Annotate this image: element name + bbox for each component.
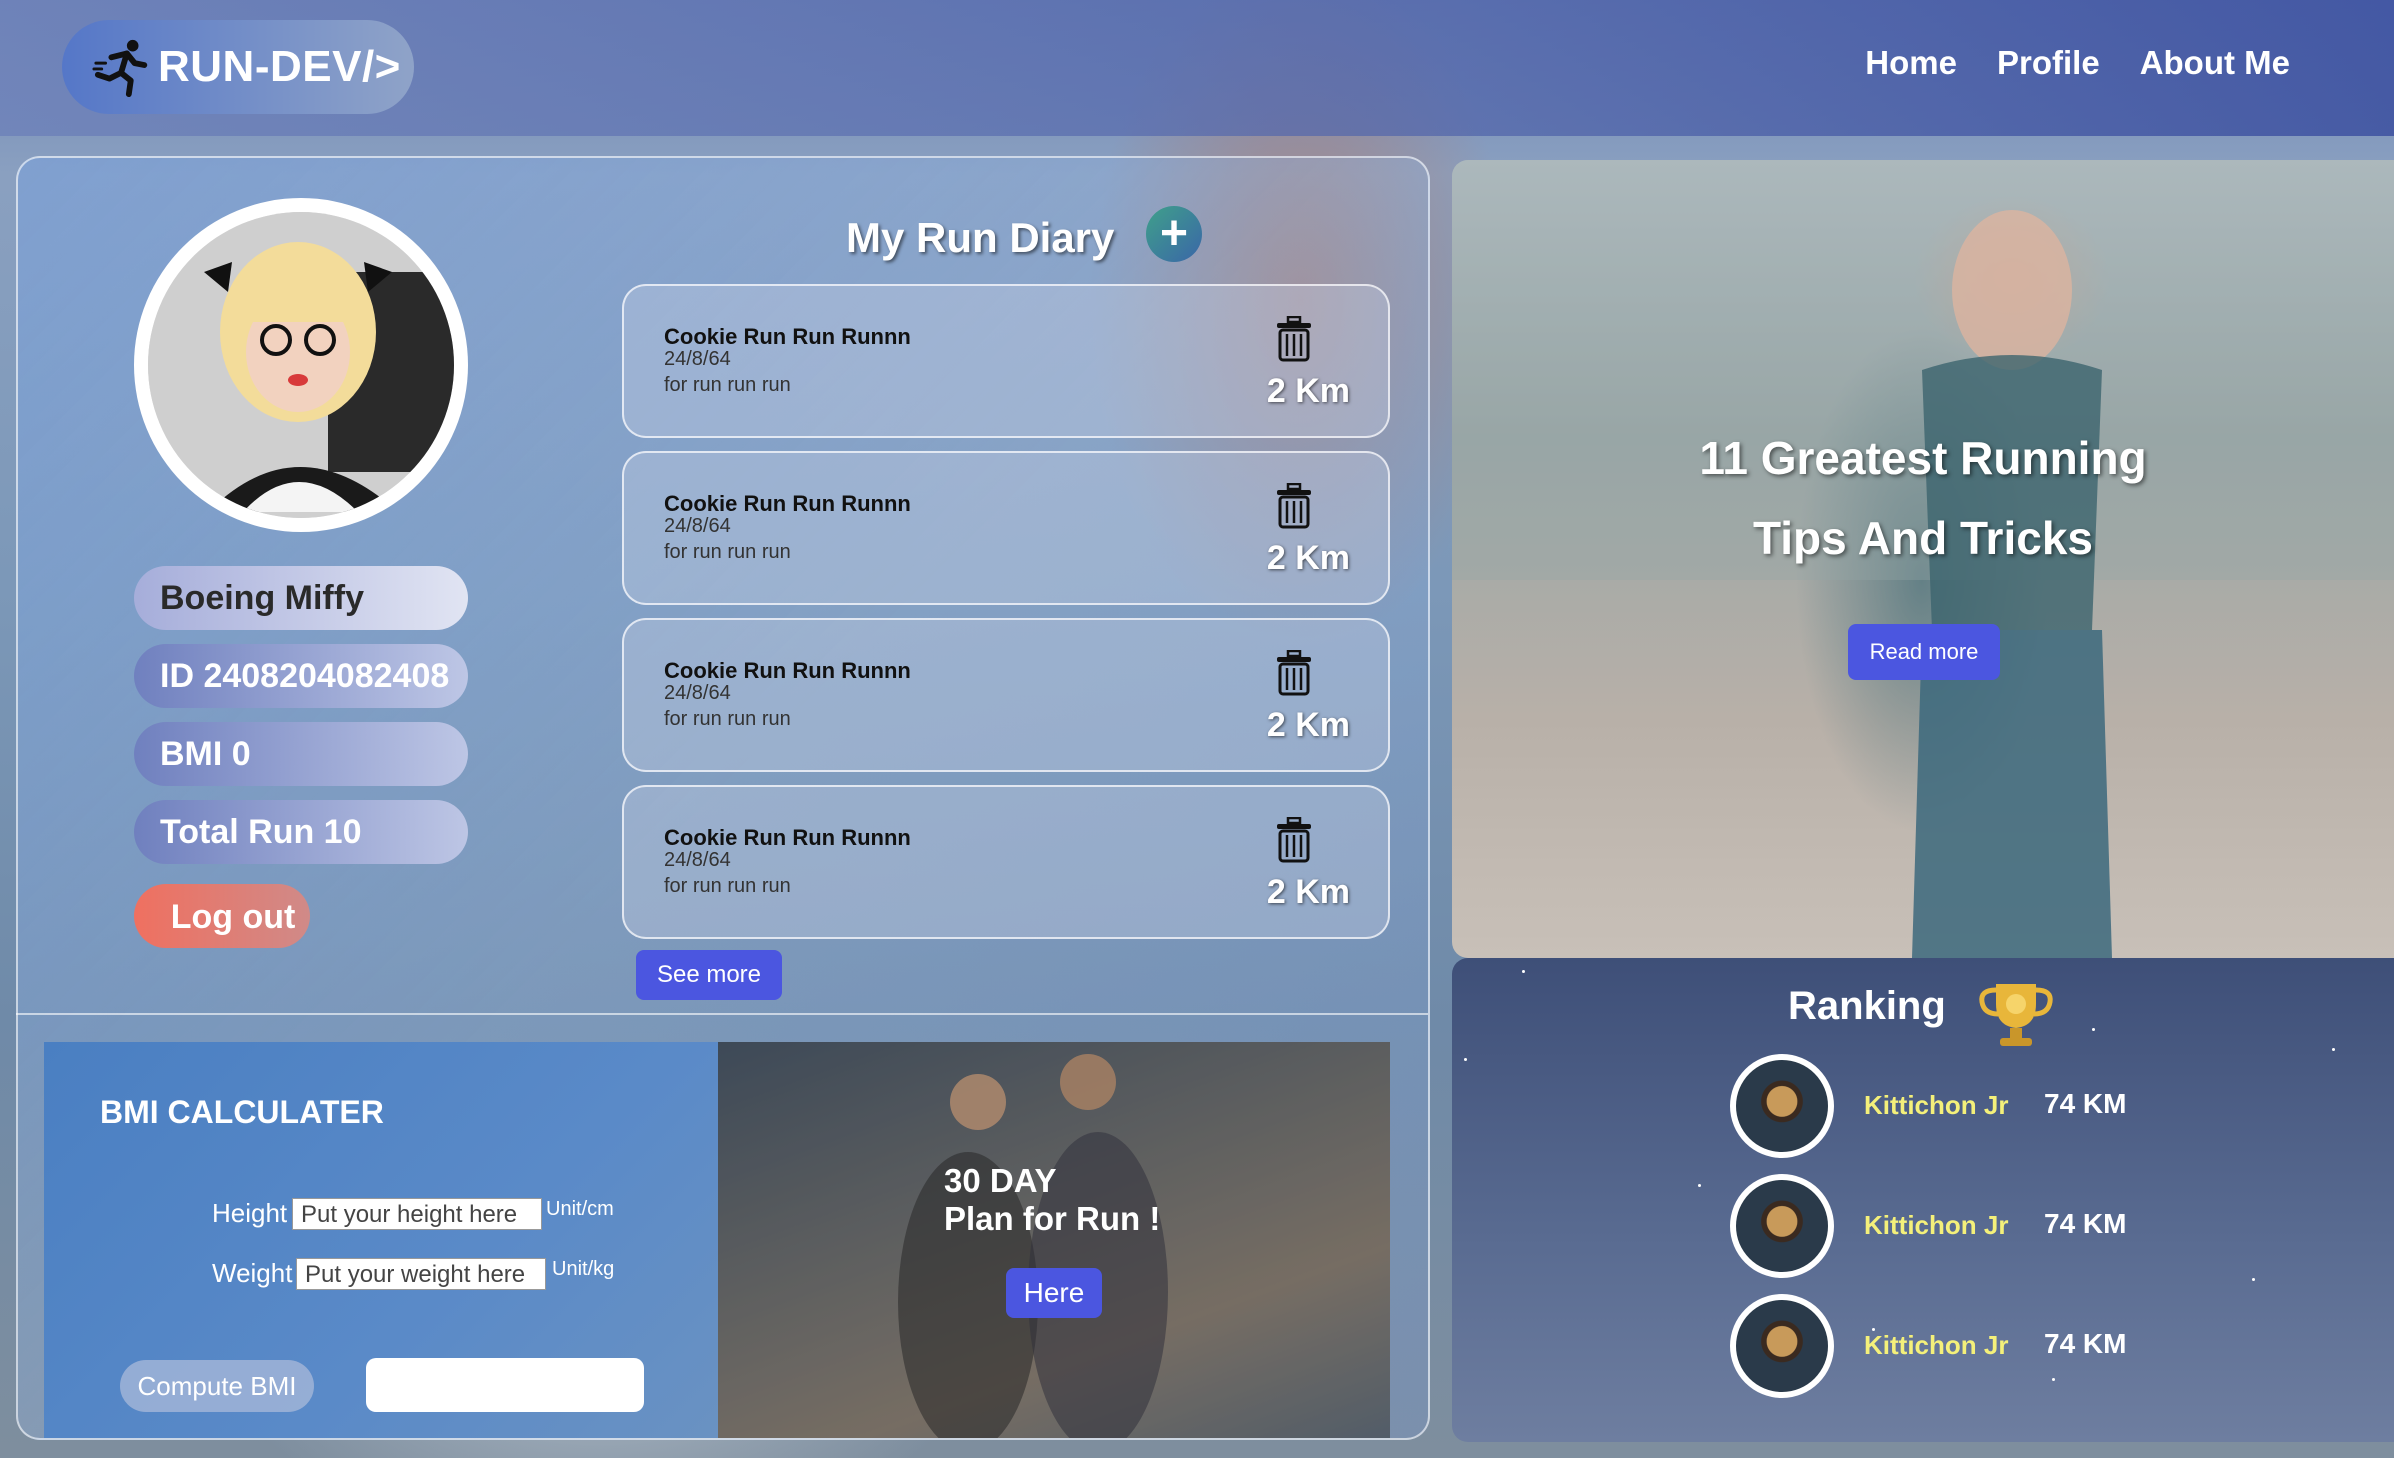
plan-here-button[interactable]: Here	[1006, 1268, 1102, 1318]
profile-avatar	[134, 198, 468, 532]
section-divider	[16, 1013, 1428, 1015]
rank-name: Kittichon Jr	[1864, 1330, 2009, 1360]
entry-note: for run run run	[664, 708, 791, 730]
entry-distance: 2 Km	[1266, 706, 1350, 744]
trash-icon[interactable]	[1274, 650, 1314, 696]
trash-icon[interactable]	[1274, 817, 1314, 863]
see-more-button[interactable]: See more	[636, 950, 782, 1000]
entry-title: Cookie Run Run Runnn	[664, 491, 911, 516]
trophy-icon	[1979, 984, 2053, 1046]
hero-title: 11 Greatest Running Tips And Tricks	[1452, 418, 2394, 578]
rank-distance: 74 KM	[2044, 1328, 2127, 1359]
plus-icon: +	[1159, 207, 1189, 260]
runner-icon	[92, 39, 148, 98]
nav-home[interactable]: Home	[1865, 44, 1957, 82]
entry-title: Cookie Run Run Runnn	[664, 324, 911, 349]
entry-note: for run run run	[664, 875, 791, 897]
bmi-result-field[interactable]	[366, 1358, 644, 1412]
add-run-button[interactable]: +	[1146, 206, 1202, 262]
diary-entry[interactable]: Cookie Run Run Runnn 24/8/64 for run run…	[622, 284, 1390, 438]
logo[interactable]: RUN-DEV/>	[62, 20, 414, 114]
ranking-title: Ranking	[1788, 984, 1946, 1028]
compute-bmi-button[interactable]: Compute BMI	[120, 1360, 314, 1412]
avatar	[1730, 1054, 1834, 1158]
entry-note: for run run run	[664, 541, 791, 563]
nav-profile[interactable]: Profile	[1997, 44, 2100, 82]
star-decoration	[2332, 1048, 2335, 1051]
weight-unit: Unit/kg	[552, 1258, 615, 1280]
rank-distance: 74 KM	[2044, 1208, 2127, 1239]
trash-icon[interactable]	[1274, 483, 1314, 529]
plan-background-image	[718, 1042, 1390, 1438]
trash-icon[interactable]	[1274, 316, 1314, 362]
star-decoration	[1522, 970, 1525, 973]
entry-distance: 2 Km	[1266, 539, 1350, 577]
hero-line-1: 11 Greatest Running	[1699, 432, 2147, 484]
entry-title: Cookie Run Run Runnn	[664, 658, 911, 683]
diary-entry[interactable]: Cookie Run Run Runnn 24/8/64 for run run…	[622, 618, 1390, 772]
profile-total-run: Total Run 10	[134, 800, 468, 864]
entry-distance: 2 Km	[1266, 372, 1350, 410]
weight-label: Weight	[212, 1258, 293, 1288]
hero-banner: 11 Greatest Running Tips And Tricks Read…	[1452, 160, 2394, 958]
height-unit: Unit/cm	[546, 1198, 614, 1220]
hero-line-2: Tips And Tricks	[1753, 512, 2093, 564]
height-label: Height	[212, 1198, 288, 1228]
profile-name: Boeing Miffy	[134, 566, 468, 630]
bmi-calculator: BMI CALCULATER Height Put your height he…	[44, 1042, 720, 1438]
main-nav: Home Profile About Me	[1865, 44, 2290, 82]
star-decoration	[2092, 1028, 2095, 1031]
logout-button[interactable]: Log out	[134, 884, 310, 948]
entry-date: 24/8/64	[664, 348, 731, 370]
ranking-panel: Ranking Kittichon Jr 74 KM Kittichon Jr …	[1452, 958, 2394, 1442]
entry-date: 24/8/64	[664, 515, 731, 537]
profile-id: ID 2408204082408	[134, 644, 468, 708]
entry-note: for run run run	[664, 374, 791, 396]
rank-name: Kittichon Jr	[1864, 1210, 2009, 1240]
entry-date: 24/8/64	[664, 849, 731, 871]
ranking-row[interactable]: Kittichon Jr 74 KM	[1730, 1294, 2210, 1398]
avatar-image	[148, 212, 454, 518]
logo-text: RUN-DEV/>	[158, 42, 401, 91]
entry-distance: 2 Km	[1266, 873, 1350, 911]
diary-title: My Run Diary	[846, 214, 1115, 261]
star-decoration	[2252, 1278, 2255, 1281]
rank-name: Kittichon Jr	[1864, 1090, 2009, 1120]
plan-card: 30 DAY Plan for Run ! Here	[718, 1042, 1390, 1438]
ranking-row[interactable]: Kittichon Jr 74 KM	[1730, 1174, 2210, 1278]
ranking-row[interactable]: Kittichon Jr 74 KM	[1730, 1054, 2210, 1158]
profile-bmi: BMI 0	[134, 722, 468, 786]
avatar	[1730, 1294, 1834, 1398]
star-decoration	[1698, 1184, 1701, 1187]
diary-entry[interactable]: Cookie Run Run Runnn 24/8/64 for run run…	[622, 785, 1390, 939]
avatar	[1730, 1174, 1834, 1278]
rank-distance: 74 KM	[2044, 1088, 2127, 1119]
plan-line-1: 30 DAY	[944, 1162, 1057, 1199]
weight-input[interactable]: Put your weight here	[296, 1258, 546, 1290]
star-decoration	[1464, 1058, 1467, 1061]
bmi-title: BMI CALCULATER	[100, 1094, 384, 1130]
read-more-button[interactable]: Read more	[1848, 624, 2000, 680]
entry-date: 24/8/64	[664, 682, 731, 704]
nav-about-me[interactable]: About Me	[2140, 44, 2290, 82]
entry-title: Cookie Run Run Runnn	[664, 825, 911, 850]
plan-title: 30 DAY Plan for Run !	[944, 1162, 1160, 1238]
top-bar: RUN-DEV/> Home Profile About Me	[0, 0, 2394, 136]
height-input[interactable]: Put your height here	[292, 1198, 542, 1230]
diary-entry[interactable]: Cookie Run Run Runnn 24/8/64 for run run…	[622, 451, 1390, 605]
plan-line-2: Plan for Run !	[944, 1200, 1161, 1237]
